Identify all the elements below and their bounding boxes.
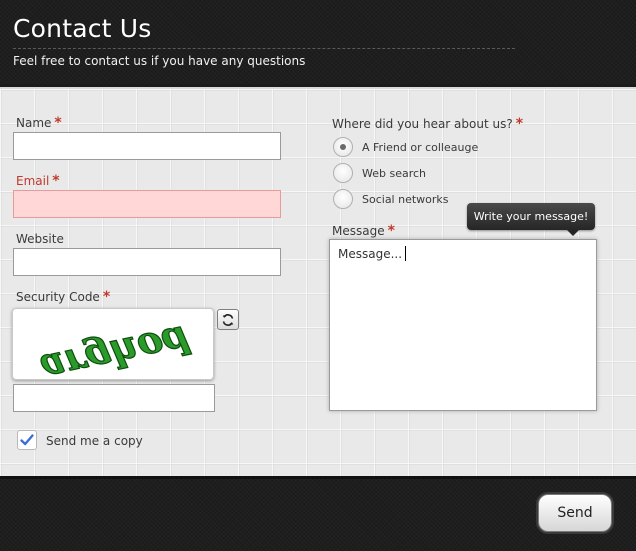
- message-textarea[interactable]: Message...: [329, 239, 597, 411]
- send-copy-checkbox[interactable]: [17, 430, 37, 450]
- radio-social-networks[interactable]: [333, 189, 353, 209]
- checkmark-icon: [20, 434, 34, 446]
- captcha-refresh-button[interactable]: [217, 309, 239, 330]
- email-label-text: Email: [16, 174, 50, 188]
- website-label: Website: [16, 232, 64, 246]
- captcha-graphic: arghod: [37, 316, 195, 393]
- name-label-text: Name: [16, 116, 52, 130]
- referral-required-mark: *: [515, 116, 524, 132]
- header-divider: [13, 48, 515, 49]
- page-subtitle: Feel free to contact us if you have any …: [13, 54, 306, 68]
- radio-friend-label: A Friend or colleauge: [362, 141, 479, 154]
- captcha-image: arghod: [12, 308, 214, 393]
- security-code-label: Security Code *: [16, 289, 110, 305]
- message-tooltip: Write your message!: [467, 203, 595, 236]
- radio-web-search[interactable]: [333, 163, 353, 183]
- text-cursor: [405, 246, 407, 261]
- security-required-mark: *: [102, 289, 111, 305]
- referral-label-text: Where did you hear about us?: [332, 117, 513, 131]
- security-code-label-text: Security Code: [16, 290, 100, 304]
- message-required-mark: *: [387, 223, 395, 239]
- email-label: Email *: [16, 173, 60, 189]
- svg-text:arghod: arghod: [37, 317, 194, 381]
- send-copy-label: Send me a copy: [46, 434, 143, 448]
- radio-social-networks-label: Social networks: [362, 193, 449, 206]
- radio-web-search-label: Web search: [362, 167, 427, 180]
- page-header: Contact Us Feel free to contact us if yo…: [0, 0, 636, 84]
- security-code-field[interactable]: [13, 384, 215, 412]
- page-title: Contact Us: [13, 14, 152, 43]
- message-text: Message...: [338, 247, 403, 261]
- email-field[interactable]: [13, 190, 281, 218]
- send-button[interactable]: Send: [538, 494, 612, 532]
- name-required-mark: *: [54, 115, 62, 131]
- radio-friend[interactable]: [333, 137, 353, 157]
- referral-label: Where did you hear about us? *: [332, 116, 523, 132]
- message-label-text: Message: [332, 224, 385, 238]
- refresh-icon: [222, 313, 234, 326]
- message-label: Message *: [332, 223, 395, 239]
- email-required-mark: *: [52, 173, 60, 189]
- name-label: Name *: [16, 115, 62, 131]
- name-field[interactable]: [13, 132, 281, 160]
- website-field[interactable]: [13, 248, 281, 276]
